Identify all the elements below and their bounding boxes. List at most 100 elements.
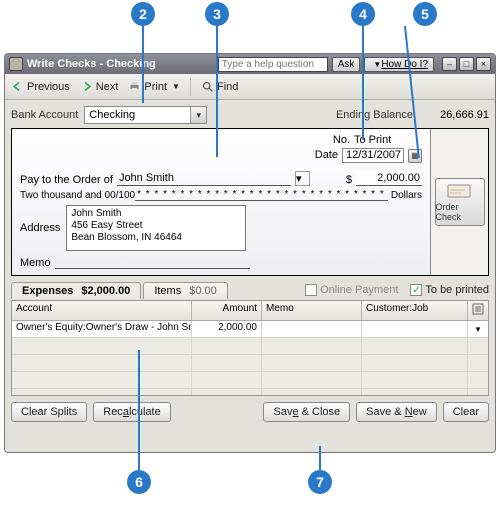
calendar-icon[interactable]: ▦ [408,149,422,163]
col-account[interactable]: Account [12,301,192,320]
order-check-label: Order Check [436,202,484,222]
cell-memo[interactable] [262,321,362,337]
memo-label: Memo [20,257,51,269]
bank-account-label: Bank Account [11,109,78,121]
tab-expenses-label: Expenses [22,285,73,297]
checkbox-icon [305,284,317,296]
ending-balance-label: Ending Balance [336,109,413,121]
window-title: Write Checks - Checking [27,58,156,70]
help-question-input[interactable] [218,57,328,72]
check-date-label: Date [315,148,338,163]
callout-7: 7 [308,470,332,494]
check-icon [447,182,473,200]
col-memo[interactable]: Memo [262,301,362,320]
amount-input[interactable] [356,171,422,186]
payee-input[interactable] [117,171,291,186]
pay-to-order-label: Pay to the Order of [20,174,113,186]
to-be-printed-checkbox[interactable]: ✓ To be printed [410,284,489,296]
table-row[interactable] [12,338,488,355]
previous-button[interactable]: Previous [11,80,70,93]
toolbar: Previous Next Print ▼ Find [5,74,495,100]
recalculate-button[interactable]: Recalculate [93,402,170,422]
ending-balance-value: 26,666.91 [419,109,489,121]
ask-button[interactable]: Ask [332,57,361,72]
previous-label: Previous [27,81,70,93]
table-row[interactable]: Owner's Equity:Owner's Draw - John Smith… [12,321,488,338]
callout-3-lead [216,26,218,157]
checkbox-icon: ✓ [410,284,422,296]
cell-billable[interactable]: ▾ [468,321,488,337]
next-button[interactable]: Next [80,80,119,93]
save-new-button[interactable]: Save & New [356,402,437,422]
titlebar: Write Checks - Checking Ask ▼ How Do I? … [5,54,495,74]
find-label: Find [217,81,238,93]
col-customer-job[interactable]: Customer:Job [362,301,468,320]
online-payment-label: Online Payment [320,284,398,296]
callout-2: 2 [131,2,155,26]
payee-dropdown[interactable]: ▾ [295,171,310,186]
amount-words-fill: * * * * * * * * * * * * * * * * * * * * … [135,189,388,201]
grid-body[interactable]: Owner's Equity:Owner's Draw - John Smith… [12,321,488,395]
callout-2-lead [142,26,144,103]
minimize-button[interactable]: – [442,57,457,71]
table-row[interactable] [12,355,488,372]
cell-account[interactable]: Owner's Equity:Owner's Draw - John Smith [12,321,192,337]
cell-customer-job[interactable] [362,321,468,337]
maximize-button[interactable]: □ [459,57,474,71]
how-do-i-label: How Do I? [381,59,428,70]
address-box[interactable]: John Smith 456 Easy Street Bean Blossom,… [66,205,246,251]
find-button[interactable]: Find [201,80,238,93]
to-be-printed-label: To be printed [425,284,489,296]
close-button[interactable]: × [476,57,491,71]
tab-expenses[interactable]: Expenses $2,000.00 [11,282,141,299]
tab-items-value: $0.00 [189,285,217,297]
check-face: No. To Print Date 12/31/2007 ▦ Pay to th… [12,129,430,275]
bank-account-value[interactable] [85,107,190,123]
table-row[interactable] [12,372,488,389]
check-no-label: No. [333,133,350,148]
app-icon [9,57,23,71]
arrow-left-icon [11,80,24,93]
next-label: Next [96,81,119,93]
callout-4: 4 [351,2,375,26]
memo-input[interactable] [55,254,250,269]
col-billable[interactable] [468,301,488,320]
check-side-panel: Order Check [430,129,488,275]
print-button[interactable]: Print ▼ [128,80,180,93]
callout-6: 6 [127,470,151,494]
cell-amount[interactable]: 2,000.00 [192,321,262,337]
callout-6-lead [138,350,140,470]
arrow-right-icon [80,80,93,93]
save-close-button[interactable]: Save & Close [263,402,350,422]
table-row[interactable] [12,389,488,395]
callout-4-lead [362,26,364,140]
chevron-down-icon: ▼ [172,82,180,91]
content-area: Bank Account ▾ Ending Balance 26,666.91 … [5,100,495,452]
bank-account-combo[interactable]: ▾ [84,106,207,124]
search-icon [201,80,214,93]
chevron-down-icon: ▾ [476,324,481,335]
order-check-button[interactable]: Order Check [435,178,485,226]
online-payment-checkbox: Online Payment [305,284,398,296]
tabs-row: Expenses $2,000.00 Items $0.00 Online Pa… [11,280,489,300]
address-label: Address [20,222,60,234]
printer-icon [128,80,141,93]
billable-icon [472,303,484,315]
button-row: Clear Splits Recalculate Save & Close Sa… [11,402,489,422]
callout-3: 3 [205,2,229,26]
chevron-down-icon[interactable]: ▾ [190,107,206,123]
expense-grid: Account Amount Memo Customer:Job Owner's… [11,300,489,396]
tab-expenses-value: $2,000.00 [81,285,130,297]
tab-items[interactable]: Items $0.00 [143,282,227,299]
how-do-i-button[interactable]: ▼ How Do I? [364,57,434,72]
dollars-label: Dollars [391,190,422,201]
clear-button[interactable]: Clear [443,402,489,422]
amount-words: Two thousand and 00/100 [20,190,135,201]
tab-items-label: Items [154,285,181,297]
clear-splits-button[interactable]: Clear Splits [11,402,87,422]
callout-7-lead [319,446,321,470]
write-checks-window: Write Checks - Checking Ask ▼ How Do I? … [4,53,496,453]
check-date-field[interactable]: 12/31/2007 [342,148,404,163]
print-label: Print [144,81,167,93]
col-amount[interactable]: Amount [192,301,262,320]
